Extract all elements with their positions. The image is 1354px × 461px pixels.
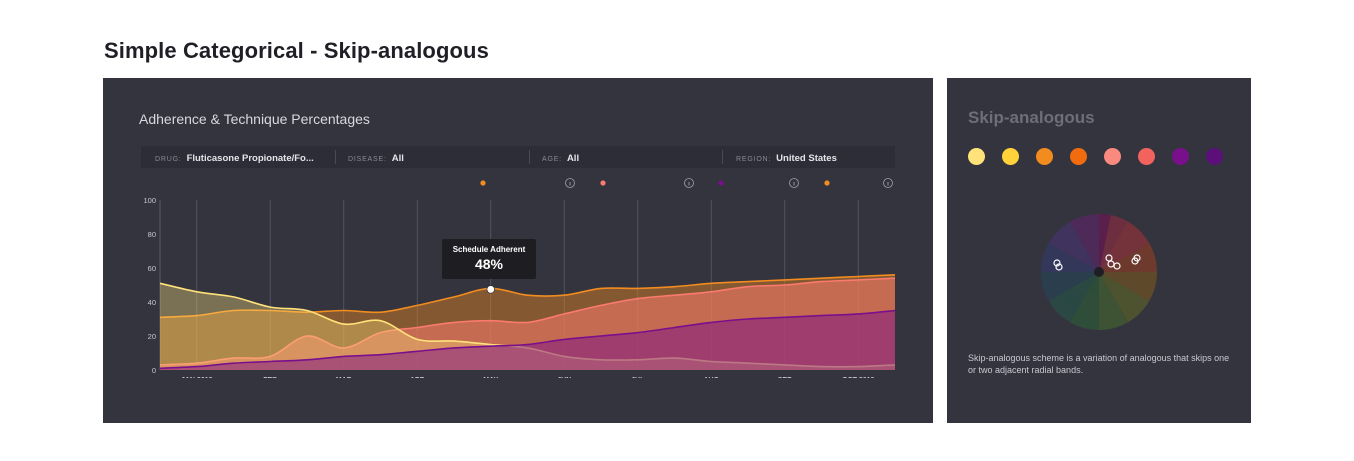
color-swatch[interactable] bbox=[1172, 148, 1189, 165]
x-tick-label: JAN 2018 bbox=[181, 377, 213, 378]
y-tick-label: 20 bbox=[148, 332, 156, 341]
color-swatch[interactable] bbox=[1002, 148, 1019, 165]
color-swatch[interactable] bbox=[968, 148, 985, 165]
filter-age-value: All bbox=[566, 153, 580, 164]
filter-region-label: REGION: bbox=[736, 156, 772, 163]
legend-marker bbox=[824, 180, 830, 186]
legend-marker bbox=[480, 180, 486, 186]
chart-tooltip: Schedule Adherent 48% bbox=[442, 239, 536, 279]
y-tick-label: 80 bbox=[148, 230, 156, 239]
y-tick-label: 100 bbox=[143, 196, 156, 205]
scheme-description: Skip-analogous scheme is a variation of … bbox=[968, 353, 1230, 375]
legend-marker bbox=[600, 180, 606, 186]
legend-marker bbox=[718, 180, 724, 186]
x-tick-label: SEP bbox=[778, 377, 792, 378]
x-tick-label: OCT 2018 bbox=[842, 377, 874, 378]
filter-disease[interactable]: DISEASE: All bbox=[348, 146, 404, 168]
filter-drug-value: Fluticasone Propionate/Fo... bbox=[186, 153, 314, 164]
tooltip-value: 48% bbox=[474, 256, 504, 272]
page-title: Simple Categorical - Skip-analogous bbox=[104, 38, 489, 63]
x-tick-label: FEB bbox=[263, 377, 277, 378]
filter-disease-value: All bbox=[391, 153, 404, 164]
filter-disease-label: DISEASE: bbox=[348, 156, 387, 163]
color-wheel bbox=[1041, 214, 1157, 330]
x-tick-label: APR bbox=[410, 377, 425, 378]
color-swatch[interactable] bbox=[1104, 148, 1121, 165]
x-tick-label: AUG bbox=[703, 377, 719, 378]
color-swatch[interactable] bbox=[1206, 148, 1223, 165]
tooltip-label: Schedule Adherent bbox=[452, 245, 526, 254]
color-swatch[interactable] bbox=[1070, 148, 1087, 165]
y-tick-label: 0 bbox=[152, 366, 156, 375]
filter-region-value: United States bbox=[776, 153, 837, 164]
color-swatch[interactable] bbox=[1138, 148, 1155, 165]
y-tick-label: 60 bbox=[148, 264, 156, 273]
wheel-center bbox=[1094, 267, 1104, 277]
x-tick-label: MAY bbox=[483, 377, 498, 378]
filter-divider bbox=[722, 150, 723, 164]
filter-divider bbox=[529, 150, 530, 164]
x-tick-label: JUN bbox=[557, 377, 571, 378]
filter-age[interactable]: AGE: All bbox=[542, 146, 579, 168]
y-tick-label: 40 bbox=[148, 298, 156, 307]
filter-drug[interactable]: DRUG: Fluticasone Propionate/Fo... bbox=[155, 146, 314, 168]
filter-bar: DRUG: Fluticasone Propionate/Fo... DISEAS… bbox=[141, 146, 895, 168]
hand-pointer-icon bbox=[486, 285, 495, 294]
x-tick-label: JUL bbox=[631, 377, 645, 378]
chart-title: Adherence & Technique Percentages bbox=[139, 111, 370, 127]
chart-panel: Adherence & Technique Percentages DRUG: F… bbox=[103, 78, 933, 423]
scheme-panel: Skip-analogous Skip-analogous scheme is … bbox=[947, 78, 1251, 423]
x-tick-label: MAR bbox=[336, 377, 352, 378]
filter-region[interactable]: REGION: United States bbox=[736, 146, 837, 168]
filter-drug-label: DRUG: bbox=[155, 156, 182, 163]
color-swatch[interactable] bbox=[1036, 148, 1053, 165]
filter-divider bbox=[335, 150, 336, 164]
scheme-title: Skip-analogous bbox=[968, 108, 1095, 127]
color-swatches bbox=[968, 148, 1228, 168]
filter-age-label: AGE: bbox=[542, 156, 562, 163]
